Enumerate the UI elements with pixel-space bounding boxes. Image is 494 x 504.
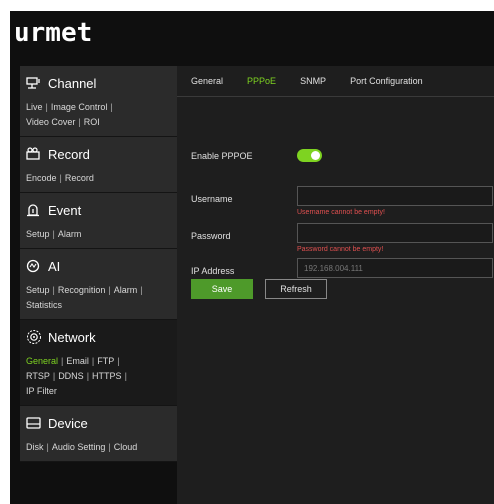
sidebar-head-event[interactable]: Event bbox=[26, 193, 171, 227]
sidebar-title-ai: AI bbox=[48, 258, 61, 274]
sidebar-head-channel[interactable]: Channel bbox=[26, 66, 171, 100]
sidebar-links-channel: Live | Image Control | Video Cover | ROI bbox=[26, 102, 113, 127]
tab-general[interactable]: General bbox=[191, 76, 223, 86]
link-general[interactable]: General bbox=[26, 356, 58, 366]
sidebar-section-network: Network General | Email | FTP | RTSP | DDNS | HTT… bbox=[20, 320, 177, 406]
sidebar-links-network: General | Email | FTP | RTSP | DDNS | HTTPS | IP F… bbox=[26, 356, 127, 396]
link-recognition[interactable]: Recognition bbox=[58, 285, 106, 295]
tab-pppoe[interactable]: PPPoE bbox=[247, 76, 276, 86]
record-icon bbox=[26, 146, 42, 162]
sidebar-section-event: Event Setup | Alarm bbox=[20, 193, 177, 249]
link-ip-filter[interactable]: IP Filter bbox=[26, 386, 57, 396]
link-ftp[interactable]: FTP bbox=[97, 356, 114, 366]
network-icon bbox=[26, 329, 42, 345]
link-live[interactable]: Live bbox=[26, 102, 43, 112]
link-roi[interactable]: ROI bbox=[84, 117, 100, 127]
enable-pppoe-toggle[interactable] bbox=[297, 149, 322, 162]
ip-address-input[interactable]: 192.168.004.111 bbox=[297, 258, 493, 278]
sidebar-head-network[interactable]: Network bbox=[26, 320, 171, 354]
sidebar-links-record: Encode | Record bbox=[26, 173, 94, 183]
sidebar-links-ai: Setup | Recognition | Alarm | Statistics bbox=[26, 285, 143, 310]
save-button[interactable]: Save bbox=[191, 279, 253, 299]
ai-icon bbox=[26, 258, 42, 274]
sidebar-head-device[interactable]: Device bbox=[26, 406, 171, 440]
sidebar-head-record[interactable]: Record bbox=[26, 137, 171, 171]
link-cloud[interactable]: Cloud bbox=[114, 442, 138, 452]
app-window: urmet Channel Live | Image Control | Video … bbox=[10, 11, 494, 504]
sidebar-title-device: Device bbox=[48, 415, 88, 431]
toggle-knob bbox=[311, 151, 320, 160]
tab-port-configuration[interactable]: Port Configuration bbox=[350, 76, 423, 86]
link-disk[interactable]: Disk bbox=[26, 442, 44, 452]
sidebar-links-device: Disk | Audio Setting | Cloud bbox=[26, 442, 138, 452]
main-panel: General PPPoE SNMP Port Configuration En… bbox=[177, 66, 494, 504]
link-record[interactable]: Record bbox=[65, 173, 94, 183]
username-label: Username bbox=[191, 194, 233, 204]
link-image-control[interactable]: Image Control bbox=[51, 102, 108, 112]
link-statistics[interactable]: Statistics bbox=[26, 300, 62, 310]
enable-pppoe-label: Enable PPPOE bbox=[191, 151, 253, 161]
link-rtsp[interactable]: RTSP bbox=[26, 371, 50, 381]
link-ddns[interactable]: DDNS bbox=[58, 371, 84, 381]
password-label: Password bbox=[191, 231, 231, 241]
refresh-button[interactable]: Refresh bbox=[265, 279, 327, 299]
logo-text: urmet bbox=[14, 18, 93, 48]
tab-bar: General PPPoE SNMP Port Configuration bbox=[177, 66, 494, 97]
password-error: Password cannot be empty! bbox=[297, 246, 384, 253]
username-input[interactable] bbox=[297, 186, 493, 206]
link-encode[interactable]: Encode bbox=[26, 173, 57, 183]
tab-snmp[interactable]: SNMP bbox=[300, 76, 326, 86]
ip-address-label: IP Address bbox=[191, 266, 235, 276]
link-setup[interactable]: Setup bbox=[26, 229, 50, 239]
sidebar-title-event: Event bbox=[48, 202, 82, 218]
sidebar-section-ai: AI Setup | Recognition | Alarm | Statistics bbox=[20, 249, 177, 320]
link-ai-setup[interactable]: Setup bbox=[26, 285, 50, 295]
link-alarm[interactable]: Alarm bbox=[58, 229, 82, 239]
link-https[interactable]: HTTPS bbox=[92, 371, 122, 381]
link-video-cover[interactable]: Video Cover bbox=[26, 117, 75, 127]
channel-icon bbox=[26, 75, 42, 91]
sidebar-head-ai[interactable]: AI bbox=[26, 249, 171, 283]
device-icon bbox=[26, 415, 42, 431]
event-icon bbox=[26, 202, 42, 218]
sidebar-title-record: Record bbox=[48, 146, 90, 162]
sidebar-section-channel: Channel Live | Image Control | Video Cover |… bbox=[20, 66, 177, 137]
brand-logo: urmet bbox=[14, 13, 92, 53]
sidebar: Channel Live | Image Control | Video Cover |… bbox=[20, 66, 177, 504]
sidebar-title-channel: Channel bbox=[48, 75, 97, 91]
link-ai-alarm[interactable]: Alarm bbox=[114, 285, 138, 295]
link-email[interactable]: Email bbox=[66, 356, 89, 366]
sidebar-section-record: Record Encode | Record bbox=[20, 137, 177, 193]
link-audio-setting[interactable]: Audio Setting bbox=[52, 442, 106, 452]
sidebar-title-network: Network bbox=[48, 329, 96, 345]
password-input[interactable] bbox=[297, 223, 493, 243]
username-error: Username cannot be empty! bbox=[297, 209, 385, 216]
sidebar-section-device: Device Disk | Audio Setting | Cloud bbox=[20, 406, 177, 462]
sidebar-links-event: Setup | Alarm bbox=[26, 229, 82, 239]
